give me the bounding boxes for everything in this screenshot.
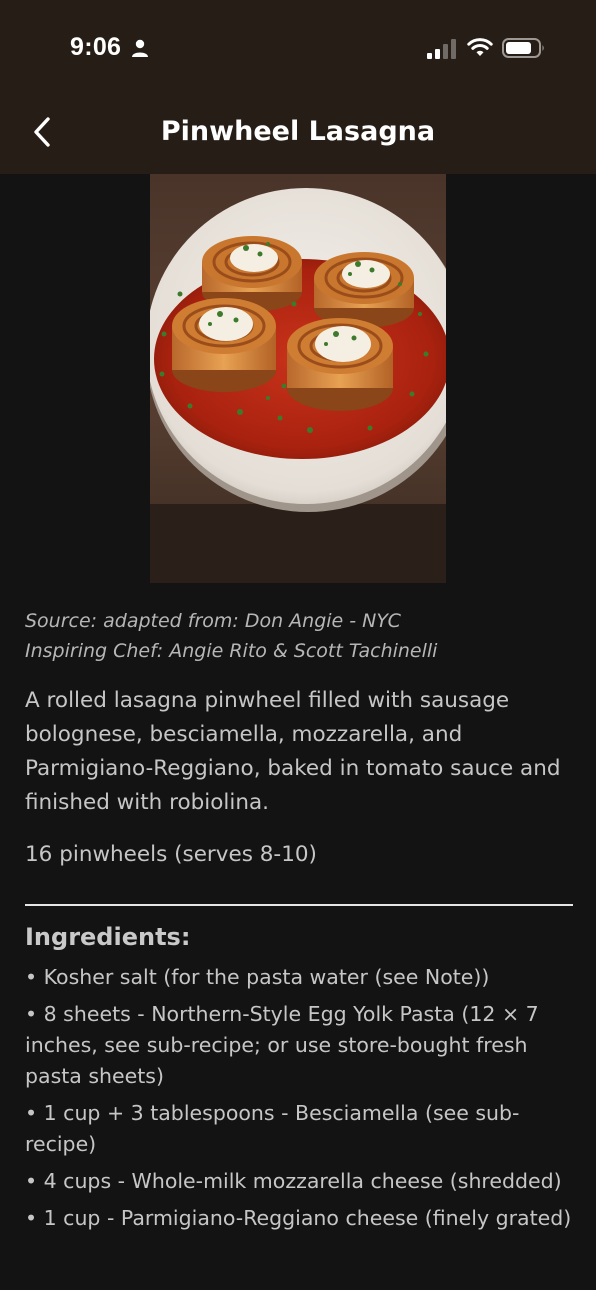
ingredient-item: • 1 cup - Parmigiano-Reggiano cheese (fi… bbox=[25, 1206, 572, 1230]
section-divider bbox=[25, 904, 573, 906]
ingredient-item: • 1 cup + 3 tablespoons - Besciamella (s… bbox=[25, 1101, 520, 1156]
recipe-content: Source: adapted from: Don Angie - NYC In… bbox=[25, 606, 573, 1240]
recipe-photo bbox=[150, 174, 446, 583]
page-title: Pinwheel Lasagna bbox=[160, 116, 436, 147]
recipe-description: A rolled lasagna pinwheel filled with sa… bbox=[25, 688, 561, 815]
ingredient-item: • Kosher salt (for the pasta water (see … bbox=[25, 965, 490, 989]
nav-header: Pinwheel Lasagna bbox=[0, 96, 596, 174]
recipe-chef: Inspiring Chef: Angie Rito & Scott Tachi… bbox=[25, 640, 438, 662]
ingredient-list: • Kosher salt (for the pasta water (see … bbox=[25, 962, 573, 1234]
cellular-signal-icon bbox=[427, 39, 456, 59]
status-time: 9:06 bbox=[70, 33, 122, 61]
ingredient-item: • 4 cups - Whole-milk mozzarella cheese … bbox=[25, 1169, 562, 1193]
chevron-left-icon bbox=[34, 117, 50, 147]
ingredient-item: • 8 sheets - Northern-Style Egg Yolk Pas… bbox=[25, 1002, 539, 1088]
top-bar: 9:06 Pinwheel Lasagna bbox=[0, 0, 596, 174]
person-icon bbox=[132, 39, 148, 57]
ingredients-heading: Ingredients: bbox=[25, 923, 191, 951]
wifi-icon bbox=[467, 38, 493, 56]
recipe-yield: 16 pinwheels (serves 8-10) bbox=[25, 842, 317, 867]
back-button[interactable] bbox=[22, 112, 62, 152]
recipe-source: Source: adapted from: Don Angie - NYC bbox=[25, 610, 401, 632]
battery-icon bbox=[502, 38, 544, 58]
status-bar: 9:06 bbox=[0, 0, 596, 96]
